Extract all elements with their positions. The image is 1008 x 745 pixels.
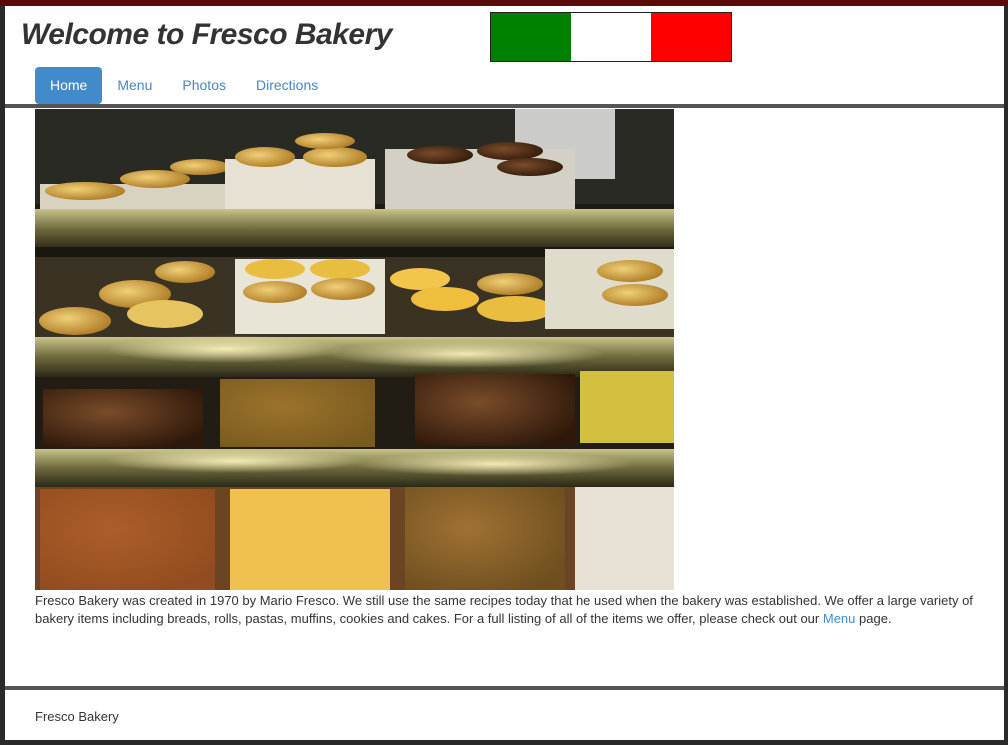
intro-paragraph: Fresco Bakery was created in 1970 by Mar… xyxy=(35,592,990,628)
bakery-photo-illustration xyxy=(35,109,674,590)
intro-text-after-link: page. xyxy=(855,611,892,626)
flag-red-stripe xyxy=(651,13,731,61)
page-frame: Welcome to Fresco Bakery Home Menu Photo… xyxy=(5,6,1004,740)
italian-flag-image xyxy=(490,12,732,62)
nav-home[interactable]: Home xyxy=(35,67,103,104)
nav-menu[interactable]: Menu xyxy=(102,67,167,104)
footer-divider xyxy=(5,686,1004,690)
flag-white-stripe xyxy=(571,13,651,61)
header-divider xyxy=(5,104,1004,108)
site-title: Welcome to Fresco Bakery xyxy=(21,18,392,51)
row2-cookies xyxy=(35,249,674,347)
bakery-display-case-photo xyxy=(35,109,674,590)
row3-pastries xyxy=(35,371,674,457)
site-header: Welcome to Fresco Bakery Home Menu Photo… xyxy=(5,6,1004,104)
menu-link[interactable]: Menu xyxy=(823,611,856,626)
flag-green-stripe xyxy=(491,13,571,61)
nav-directions[interactable]: Directions xyxy=(241,67,333,104)
footer-text: Fresco Bakery xyxy=(35,709,119,724)
main-nav: Home Menu Photos Directions xyxy=(35,67,333,104)
nav-photos[interactable]: Photos xyxy=(167,67,241,104)
row4-pastries xyxy=(35,487,674,590)
